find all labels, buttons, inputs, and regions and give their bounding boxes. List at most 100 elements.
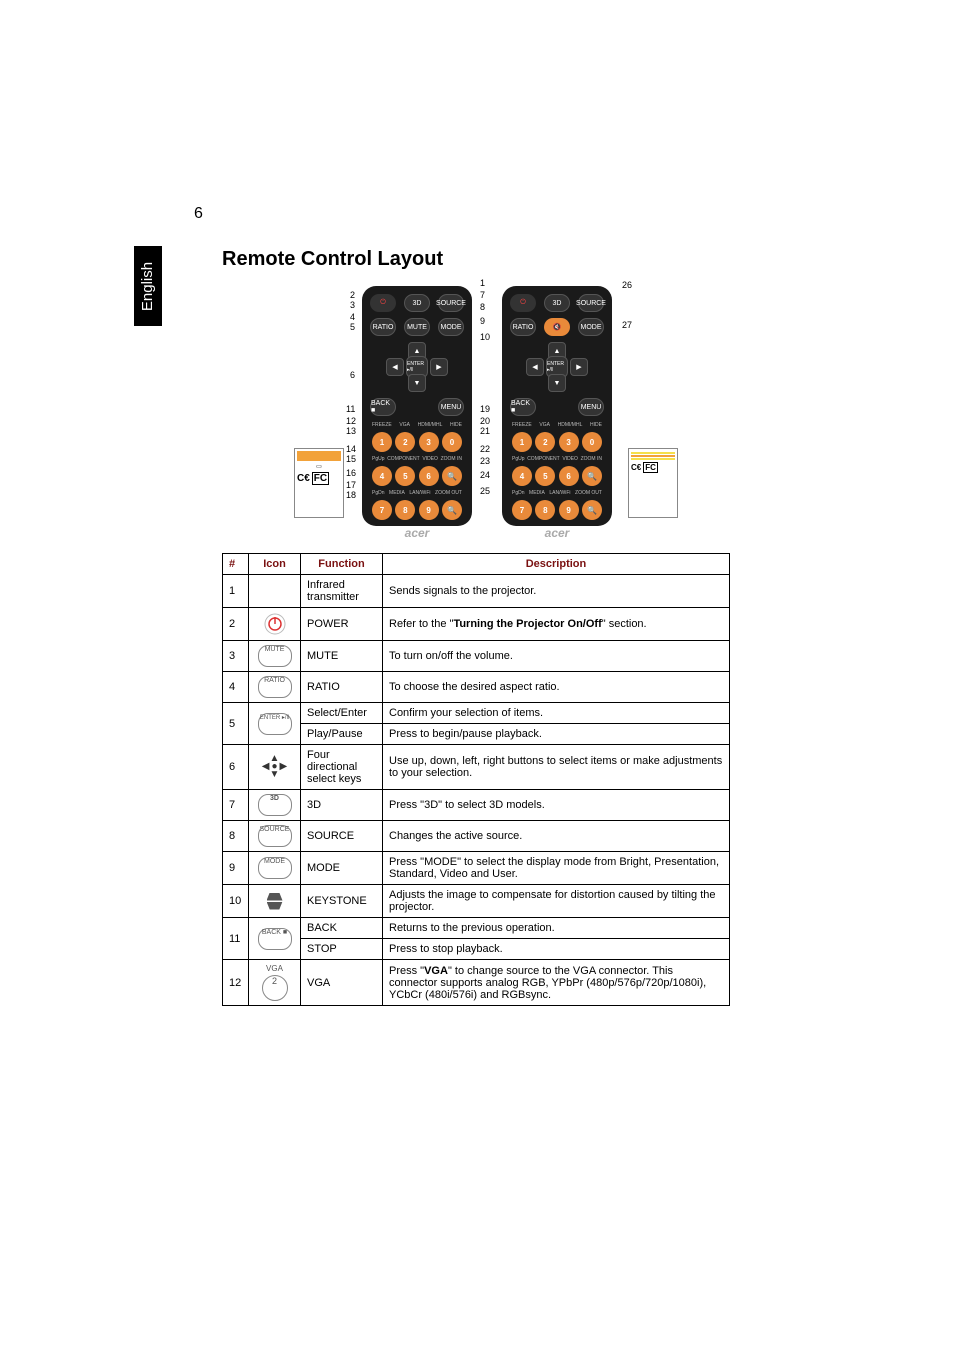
mute-icon: MUTE <box>249 641 301 672</box>
callout-9: 9 <box>480 316 485 326</box>
dpad-right-icon: ▶ <box>570 358 588 376</box>
callout-4: 4 <box>350 312 355 322</box>
callout-15: 15 <box>346 454 356 464</box>
num-labels-1: FREEZE VGA HDMI/MHL HIDE <box>512 422 602 428</box>
brand-left: acer <box>370 526 464 540</box>
callout-17: 17 <box>346 480 356 490</box>
compliance-badge-left: ▭ C€ FC <box>294 448 344 518</box>
callout-2: 2 <box>350 290 355 300</box>
table-row: 9 MODE MODE Press "MODE" to select the d… <box>223 852 730 885</box>
mode-icon: MODE <box>249 852 301 885</box>
dpad-left-icon: ◀ <box>526 358 544 376</box>
callout-25: 25 <box>480 486 490 496</box>
menu-button: MENU <box>438 398 464 416</box>
dpad-icon: ▲◀●▶▼ <box>249 745 301 790</box>
page-title: Remote Control Layout <box>222 248 443 271</box>
remote-right: ⏻ 3D SOURCE RATIO 🔇 MODE ▲ ◀ ENTER ▸/‖ ▶… <box>502 286 612 526</box>
compliance-badge-right: C€ FC <box>628 448 678 518</box>
mode-button: MODE <box>578 318 604 336</box>
ratio-icon: RATIO <box>249 672 301 703</box>
table-row: 10 KEYSTONE Adjusts the image to compens… <box>223 885 730 918</box>
table-header-row: # Icon Function Description <box>223 554 730 575</box>
back-button: BACK ■ <box>370 398 396 416</box>
num-row-3: 7 8 9 🔍 <box>512 500 602 520</box>
num-labels-2: PgUp COMPONENT VIDEO ZOOM IN <box>372 456 462 462</box>
power-icon <box>249 608 301 641</box>
callout-6: 6 <box>350 370 355 380</box>
header-desc: Description <box>383 554 730 575</box>
source-button: SOURCE <box>578 294 604 312</box>
table-row: 4 RATIO RATIO To choose the desired aspe… <box>223 672 730 703</box>
callout-27: 27 <box>622 320 632 330</box>
dpad-left-icon: ◀ <box>386 358 404 376</box>
icon-blank <box>249 575 301 608</box>
num-row-1: 1 2 3 0 <box>372 432 462 452</box>
num-row-2: 4 5 6 🔍 <box>512 466 602 486</box>
header-num: # <box>223 554 249 575</box>
vga-icon: VGA 2 <box>249 960 301 1006</box>
table-row: 6 ▲◀●▶▼ Four directional select keys Use… <box>223 745 730 790</box>
table-row: 1 Infrared transmitter Sends signals to … <box>223 575 730 608</box>
callout-23: 23 <box>480 456 490 466</box>
menu-button: MENU <box>578 398 604 416</box>
table-row: 5 ENTER ▸/‖ Select/Enter Confirm your se… <box>223 703 730 724</box>
dpad-right-icon: ▶ <box>430 358 448 376</box>
header-func: Function <box>301 554 383 575</box>
num-labels-2: PgUp COMPONENT VIDEO ZOOM IN <box>512 456 602 462</box>
brand-right: acer <box>510 526 604 540</box>
callout-11: 11 <box>346 404 355 414</box>
remote-left: ⏻ 3D SOURCE RATIO MUTE MODE ▲ ◀ ENTER ▸/… <box>362 286 472 526</box>
callout-19: 19 <box>480 404 490 414</box>
callout-26: 26 <box>622 280 632 290</box>
dpad-down-icon: ▼ <box>408 374 426 392</box>
back-icon: BACK ■ <box>249 918 301 960</box>
3d-button: 3D <box>404 294 430 312</box>
callout-14: 14 <box>346 444 356 454</box>
num-row-2: 4 5 6 🔍 <box>372 466 462 486</box>
keystone-icon <box>249 885 301 918</box>
dpad: ▲ ◀ ENTER ▸/‖ ▶ ▼ <box>382 342 452 392</box>
dpad: ▲ ◀ ENTER ▸/‖ ▶ ▼ <box>522 342 592 392</box>
header-icon: Icon <box>249 554 301 575</box>
callout-21: 21 <box>480 426 490 436</box>
callout-18: 18 <box>346 490 356 500</box>
callout-10: 10 <box>480 332 490 342</box>
num-labels-3: PgDn MEDIA LAN/WiFi ZOOM OUT <box>372 490 462 496</box>
num-labels-1: FREEZE VGA HDMI/MHL HIDE <box>372 422 462 428</box>
num-labels-3: PgDn MEDIA LAN/WiFi ZOOM OUT <box>512 490 602 496</box>
dpad-down-icon: ▼ <box>548 374 566 392</box>
3d-icon: 3D <box>249 790 301 821</box>
callout-13: 13 <box>346 426 356 436</box>
mute-button-orange: 🔇 <box>544 318 570 336</box>
table-row: 7 3D 3D Press "3D" to select 3D models. <box>223 790 730 821</box>
callout-22: 22 <box>480 444 490 454</box>
num-row-3: 7 8 9 🔍 <box>372 500 462 520</box>
table-row: 3 MUTE MUTE To turn on/off the volume. <box>223 641 730 672</box>
power-button-icon: ⏻ <box>510 294 536 312</box>
callout-7: 7 <box>480 290 485 300</box>
callout-16: 16 <box>346 468 356 478</box>
language-label: English <box>140 261 157 310</box>
table-row: 2 POWER Refer to the "Turning the Projec… <box>223 608 730 641</box>
callout-24: 24 <box>480 470 490 480</box>
num-row-1: 1 2 3 0 <box>512 432 602 452</box>
power-button-icon: ⏻ <box>370 294 396 312</box>
source-button: SOURCE <box>438 294 464 312</box>
mute-button: MUTE <box>404 318 430 336</box>
mode-button: MODE <box>438 318 464 336</box>
callout-1: 1 <box>480 278 485 288</box>
enter-icon: ENTER ▸/‖ <box>249 703 301 745</box>
callout-3: 3 <box>350 300 355 310</box>
ratio-button: RATIO <box>370 318 396 336</box>
language-tab: English <box>134 246 162 326</box>
page-number: 6 <box>194 205 203 223</box>
table-row: 12 VGA 2 VGA Press "VGA" to change sourc… <box>223 960 730 1006</box>
callout-20: 20 <box>480 416 490 426</box>
source-icon: SOURCE <box>249 821 301 852</box>
callout-5: 5 <box>350 322 355 332</box>
3d-button: 3D <box>544 294 570 312</box>
page: English 6 Remote Control Layout 2 3 4 5 … <box>0 0 954 1350</box>
table-row: 11 BACK ■ BACK Returns to the previous o… <box>223 918 730 939</box>
function-table: # Icon Function Description 1 Infrared t… <box>222 553 730 1006</box>
callout-8: 8 <box>480 302 485 312</box>
